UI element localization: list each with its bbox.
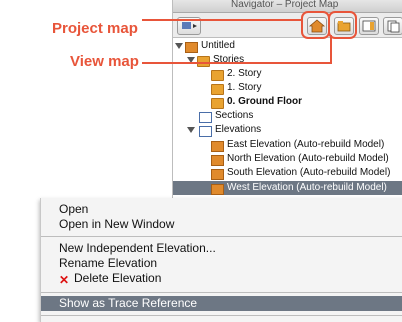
callout-line-view-map — [142, 62, 332, 64]
title-bar: Navigator – Project Map — [173, 0, 402, 13]
elevation-view-icon — [211, 155, 224, 166]
tree-elevations[interactable]: Elevations — [173, 123, 402, 137]
tree-elevations-label: Elevations — [215, 124, 262, 135]
tree-root[interactable]: Untitled — [173, 39, 402, 53]
callout-line-project-map — [142, 19, 302, 21]
delete-x-icon: ✕ — [59, 273, 70, 287]
tree-story-0[interactable]: 0. Ground Floor — [173, 95, 402, 109]
menu-item-open-new-window[interactable]: Open in New Window — [59, 217, 174, 232]
tree-elevation-west[interactable]: West Elevation (Auto-rebuild Model) — [173, 181, 402, 195]
tree-story-2[interactable]: 2. Story — [173, 67, 402, 81]
menu-item-show-as-trace-reference[interactable]: Show as Trace Reference — [41, 296, 402, 311]
tree-elevation-south[interactable]: South Elevation (Auto-rebuild Model) — [173, 166, 402, 180]
story-icon — [211, 84, 224, 95]
publisher-icon — [387, 20, 400, 33]
elevation-view-icon — [211, 184, 224, 195]
tree-story-label: 1. Story — [227, 82, 262, 93]
tree-elevation-east[interactable]: East Elevation (Auto-rebuild Model) — [173, 138, 402, 152]
callout-line-view-map-vertical — [330, 35, 332, 63]
menu-item-delete-elevation[interactable]: ✕ Delete Elevation — [41, 271, 401, 287]
disclosure-triangle-icon[interactable] — [175, 43, 183, 49]
tree-story-1[interactable]: 1. Story — [173, 81, 402, 95]
story-icon — [211, 70, 224, 81]
house-icon — [185, 42, 198, 53]
tree-root-label: Untitled — [201, 40, 235, 51]
disclosure-triangle-icon[interactable] — [187, 127, 195, 133]
tree-stories-label: Stories — [213, 54, 245, 65]
tree-stories[interactable]: Stories — [173, 53, 402, 67]
layout-icon — [362, 20, 376, 32]
context-menu: Open Open in New Window New Independent … — [40, 198, 402, 322]
menu-separator — [41, 315, 402, 316]
tree-sections[interactable]: Sections — [173, 109, 402, 123]
navigator-toolbar — [173, 13, 402, 38]
menu-item-delete-label: Delete Elevation — [74, 271, 162, 285]
tree-elevation-north[interactable]: North Elevation (Auto-rebuild Model) — [173, 152, 402, 166]
layout-book-button[interactable] — [359, 17, 379, 35]
tree-elevation-label: South Elevation (Auto-rebuild Model) — [227, 167, 391, 178]
elevation-view-icon — [211, 141, 224, 152]
tree-sections-label: Sections — [215, 110, 254, 121]
publisher-button[interactable] — [383, 17, 402, 35]
story-icon — [211, 98, 224, 109]
menu-item-trace-label: Show as Trace Reference — [59, 296, 198, 310]
tree-elevation-label: East Elevation (Auto-rebuild Model) — [227, 139, 385, 150]
section-icon — [199, 112, 212, 123]
callout-project-map: Project map — [52, 20, 138, 37]
menu-separator — [41, 292, 402, 293]
callout-ring-project-map — [301, 11, 330, 39]
tree-elevation-label: West Elevation (Auto-rebuild Model) — [227, 182, 387, 193]
callout-ring-view-map — [328, 11, 357, 39]
elevation-icon — [199, 126, 212, 137]
elevation-view-icon — [211, 169, 224, 180]
menu-item-new-independent-elevation[interactable]: New Independent Elevation... — [59, 241, 216, 256]
tree-story-label: 0. Ground Floor — [227, 96, 302, 107]
menu-item-open[interactable]: Open — [59, 202, 88, 217]
tree-elevation-label: North Elevation (Auto-rebuild Model) — [227, 153, 389, 164]
callout-view-map: View map — [70, 53, 139, 70]
menu-separator — [41, 236, 402, 237]
tree-story-label: 2. Story — [227, 68, 262, 79]
window-title: Navigator – Project Map — [231, 0, 339, 10]
menu-item-rename-elevation[interactable]: Rename Elevation — [59, 256, 157, 271]
